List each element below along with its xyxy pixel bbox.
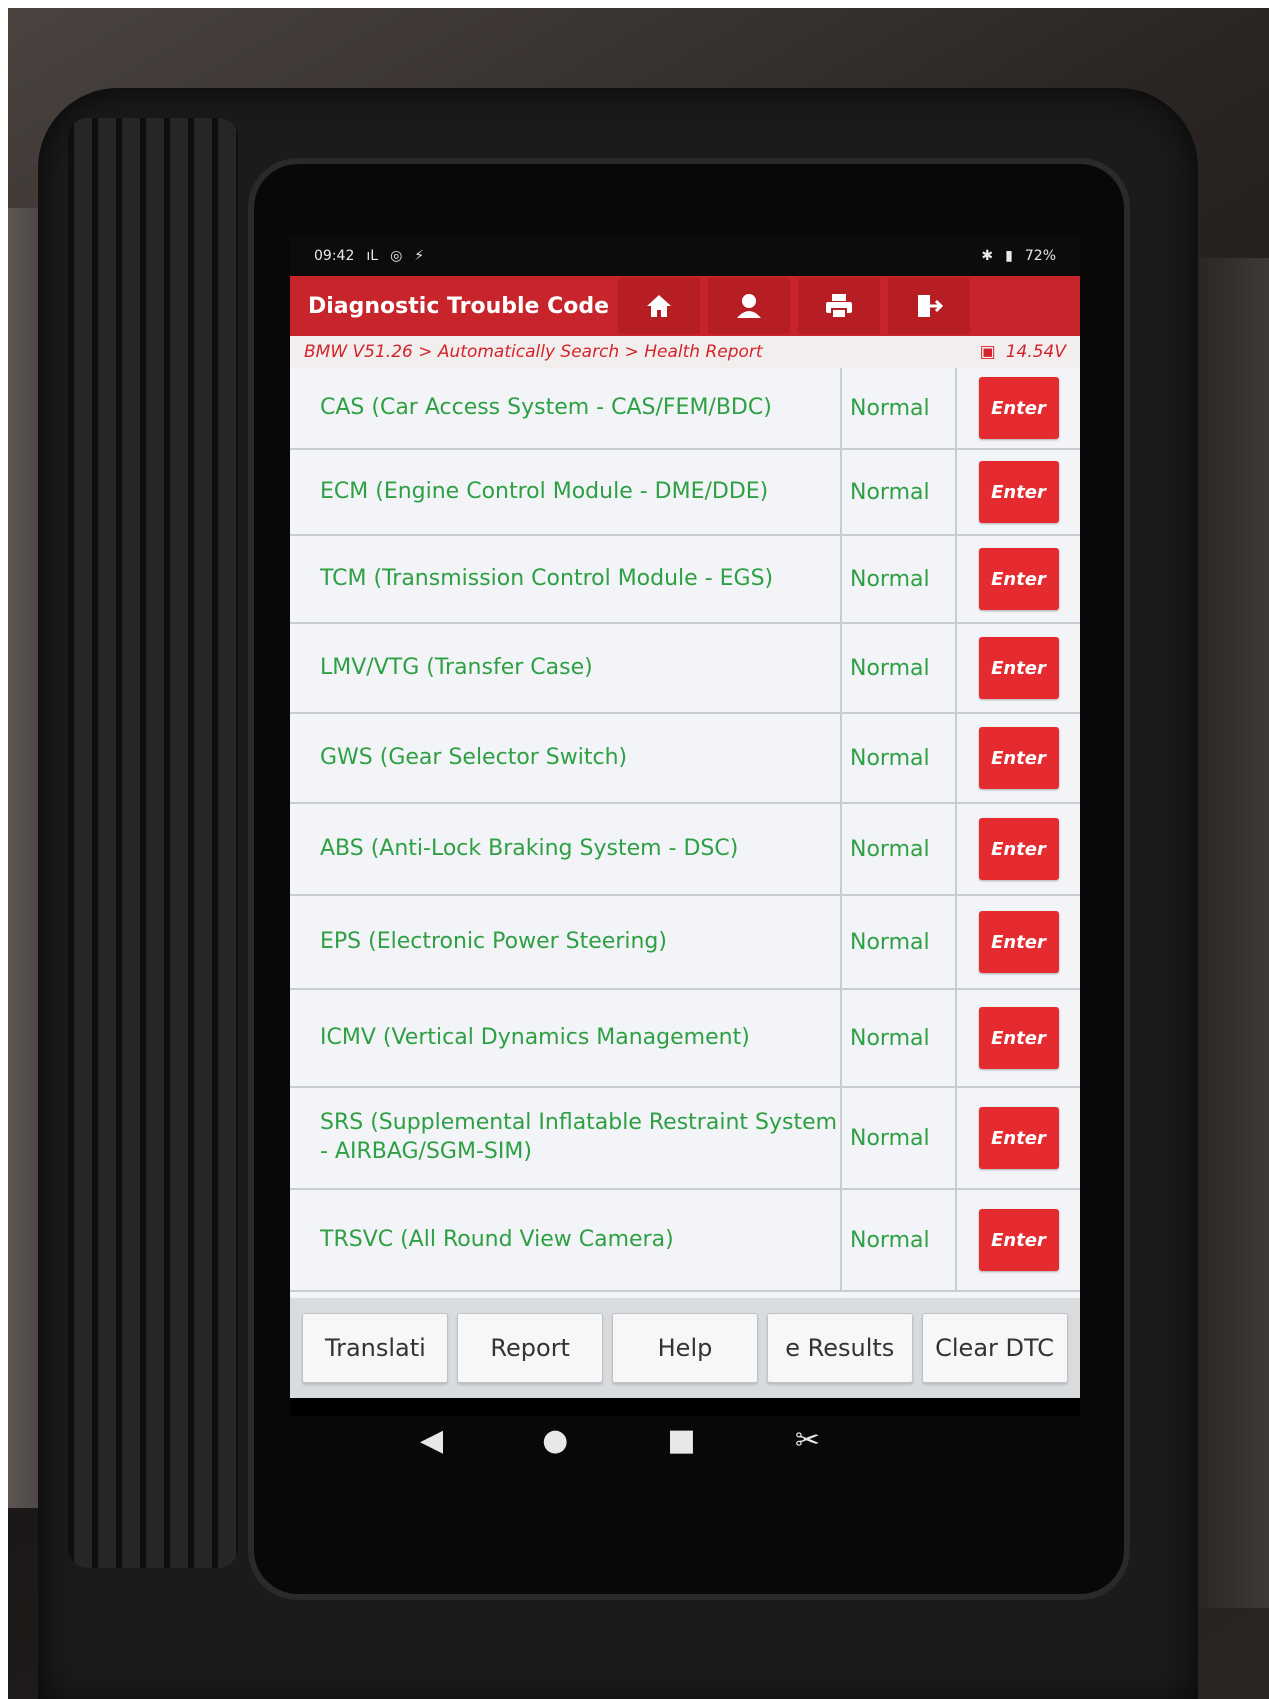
system-name: EPS (Electronic Power Steering): [290, 896, 842, 988]
print-button[interactable]: [798, 278, 880, 334]
table-row: GWS (Gear Selector Switch) Normal Enter: [290, 714, 1080, 804]
system-name: ECM (Engine Control Module - DME/DDE): [290, 450, 842, 534]
enter-button[interactable]: Enter: [978, 1007, 1059, 1069]
enter-button[interactable]: Enter: [978, 637, 1059, 699]
table-row: ICMV (Vertical Dynamics Management) Norm…: [290, 990, 1080, 1088]
voltage-readout: ▣ 14.54V: [980, 342, 1066, 362]
system-name: TCM (Transmission Control Module - EGS): [290, 536, 842, 622]
breadcrumb-path: BMW V51.26 > Automatically Search > Heal…: [304, 342, 763, 362]
profile-button[interactable]: [708, 278, 790, 334]
enter-button[interactable]: Enter: [978, 818, 1059, 880]
report-button[interactable]: Report: [457, 1313, 604, 1383]
tablet-grip: [68, 118, 238, 1568]
voltage-value: 14.54V: [1005, 342, 1066, 362]
system-status: Normal: [842, 804, 957, 894]
table-row: LMV/VTG (Transfer Case) Normal Enter: [290, 624, 1080, 714]
home-icon: [647, 295, 671, 317]
enter-button[interactable]: Enter: [978, 1209, 1059, 1271]
system-list[interactable]: CAS (Car Access System - CAS/FEM/BDC) No…: [290, 368, 1080, 1338]
table-row: TCM (Transmission Control Module - EGS) …: [290, 536, 1080, 624]
system-name: LMV/VTG (Transfer Case): [290, 624, 842, 712]
battery-icon: ▮: [1005, 248, 1013, 264]
system-status: Normal: [842, 536, 957, 622]
person-icon: [737, 294, 761, 318]
printer-icon: [826, 294, 852, 319]
exit-icon: [918, 295, 943, 317]
recents-icon[interactable]: ■: [667, 1423, 695, 1458]
system-status: Normal: [842, 624, 957, 712]
system-status: Normal: [842, 1190, 957, 1290]
table-row: ECM (Engine Control Module - DME/DDE) No…: [290, 450, 1080, 536]
enter-button[interactable]: Enter: [978, 727, 1059, 789]
clock: 09:42: [314, 248, 355, 264]
exit-button[interactable]: [888, 278, 970, 334]
enter-button[interactable]: Enter: [978, 548, 1059, 610]
usb-icon: ⚡: [414, 248, 425, 264]
battery-level: 72%: [1024, 248, 1056, 264]
table-row: ABS (Anti-Lock Braking System - DSC) Nor…: [290, 804, 1080, 896]
clear-dtc-button[interactable]: Clear DTC: [921, 1313, 1068, 1383]
notification-icon: ◎: [390, 248, 403, 264]
help-button[interactable]: Help: [611, 1313, 758, 1383]
enter-button[interactable]: Enter: [978, 911, 1059, 973]
breadcrumb: BMW V51.26 > Automatically Search > Heal…: [290, 336, 1080, 369]
system-status: Normal: [842, 450, 957, 534]
system-name: SRS (Supplemental Inflatable Restraint S…: [290, 1088, 842, 1188]
enter-button[interactable]: Enter: [978, 377, 1059, 439]
enter-button[interactable]: Enter: [978, 1107, 1059, 1169]
save-results-button[interactable]: e Results: [766, 1313, 913, 1383]
bluetooth-icon: ✱: [981, 248, 994, 264]
system-name: GWS (Gear Selector Switch): [290, 714, 842, 802]
system-name: ABS (Anti-Lock Braking System - DSC): [290, 804, 842, 894]
status-bar: 09:42 ıL ◎ ⚡ ✱ ▮ 72%: [290, 236, 1080, 276]
system-status: Normal: [842, 990, 957, 1086]
enter-button[interactable]: Enter: [978, 461, 1059, 523]
table-row: EPS (Electronic Power Steering) Normal E…: [290, 896, 1080, 990]
signal-icon: ıL: [366, 248, 379, 264]
home-circle-icon[interactable]: ●: [542, 1423, 568, 1458]
table-row: CAS (Car Access System - CAS/FEM/BDC) No…: [290, 368, 1080, 450]
tablet-screen: 09:42 ıL ◎ ⚡ ✱ ▮ 72% Diagnostic Trouble …: [290, 236, 1080, 1416]
system-name: ICMV (Vertical Dynamics Management): [290, 990, 842, 1086]
table-row: TRSVC (All Round View Camera) Normal Ent…: [290, 1190, 1080, 1292]
bottom-toolbar: Translati Report Help e Results Clear DT…: [290, 1298, 1080, 1398]
screenshot-icon[interactable]: ✂: [795, 1423, 820, 1458]
system-status: Normal: [842, 896, 957, 988]
back-icon[interactable]: ◀: [420, 1423, 443, 1458]
system-name: CAS (Car Access System - CAS/FEM/BDC): [290, 368, 842, 448]
home-button[interactable]: [618, 278, 700, 334]
battery-voltage-icon: ▣: [979, 342, 996, 362]
system-status: Normal: [842, 368, 957, 448]
translation-button[interactable]: Translati: [302, 1313, 449, 1383]
table-row: SRS (Supplemental Inflatable Restraint S…: [290, 1088, 1080, 1190]
page-title: Diagnostic Trouble Code: [308, 293, 610, 319]
android-nav-bar: ◀ ● ■ ✂: [420, 1410, 820, 1470]
system-name: TRSVC (All Round View Camera): [290, 1190, 842, 1290]
system-status: Normal: [842, 714, 957, 802]
system-status: Normal: [842, 1088, 957, 1188]
header: Diagnostic Trouble Code: [290, 276, 1080, 336]
